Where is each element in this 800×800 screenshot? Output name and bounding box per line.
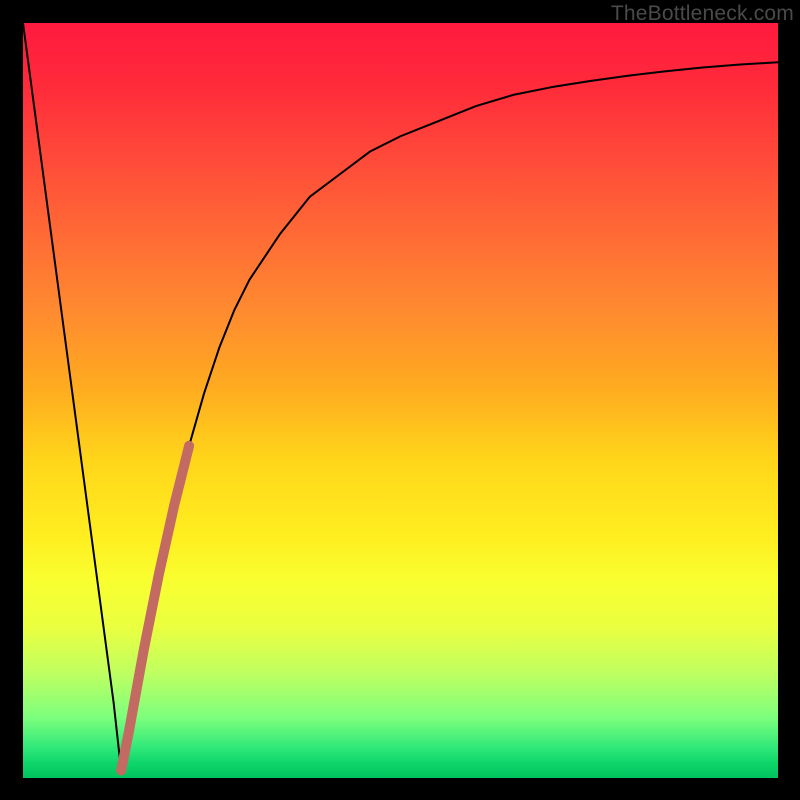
plot-area — [23, 23, 778, 778]
highlight-segment — [121, 446, 189, 771]
chart-frame: TheBottleneck.com — [0, 0, 800, 800]
bottleneck-curve — [23, 23, 778, 770]
chart-svg — [23, 23, 778, 778]
watermark-text: TheBottleneck.com — [611, 2, 794, 26]
